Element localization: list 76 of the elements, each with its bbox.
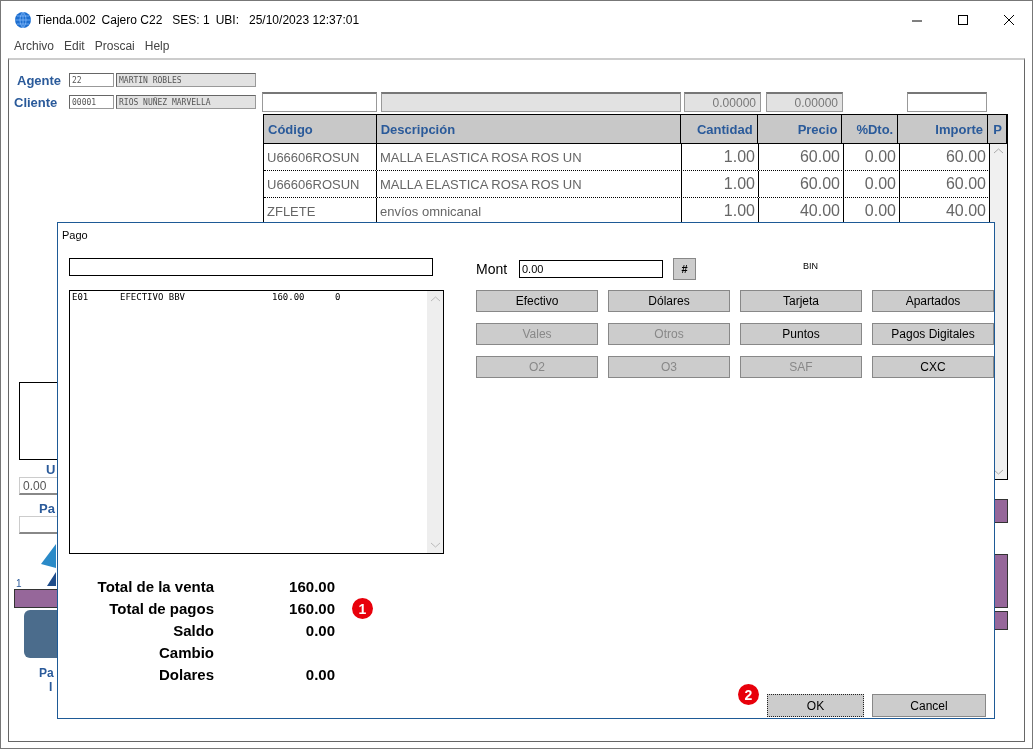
maximize-icon[interactable] bbox=[957, 14, 969, 26]
total-label: Dolares bbox=[157, 665, 214, 685]
payment-method-button[interactable]: Dólares bbox=[608, 290, 730, 312]
logo-icon bbox=[41, 542, 56, 586]
input-field[interactable] bbox=[69, 258, 433, 276]
table-cell: 60.00 bbox=[759, 144, 844, 170]
menu-item[interactable]: Help bbox=[144, 39, 170, 57]
annotation-badge: 1 bbox=[352, 598, 373, 619]
table-cell: 1.00 bbox=[682, 171, 759, 197]
total-value: 0.00 bbox=[304, 621, 335, 641]
column-header[interactable]: Precio bbox=[757, 115, 843, 143]
table-cell: MALLA ELASTICA ROSA ROS UN bbox=[377, 144, 682, 170]
agent-label: Agente bbox=[16, 72, 63, 88]
panel-label: U bbox=[46, 462, 56, 477]
close-icon[interactable] bbox=[1003, 14, 1015, 26]
scroll-down-icon[interactable] bbox=[994, 469, 1003, 475]
column-header[interactable]: P bbox=[988, 115, 1007, 143]
payment-amount: 160.00 bbox=[272, 292, 306, 302]
menu-item[interactable]: Edit bbox=[64, 39, 85, 57]
input-field[interactable] bbox=[907, 92, 987, 112]
agent-code-field[interactable]: 22 bbox=[69, 73, 114, 87]
payment-method-button[interactable]: Pagos Digitales bbox=[872, 323, 994, 345]
table-cell: U66606ROSUN bbox=[264, 171, 377, 197]
payment-method-button[interactable]: CXC bbox=[872, 356, 994, 378]
payment-method-button[interactable]: Apartados bbox=[872, 290, 994, 312]
total-value: 0.00 bbox=[304, 665, 335, 685]
table-cell: 0.00 bbox=[844, 171, 900, 197]
location-label: UBI: bbox=[215, 13, 239, 27]
amount-field[interactable]: 0.00 bbox=[519, 260, 663, 278]
dialog-title: Pago bbox=[62, 229, 88, 241]
amount-label: Mont bbox=[476, 261, 509, 277]
counter-label: 1 bbox=[16, 578, 22, 589]
column-header[interactable]: Código bbox=[264, 115, 377, 143]
panel-label: I bbox=[49, 680, 53, 694]
client-label: Cliente bbox=[13, 94, 59, 110]
cancel-button[interactable]: Cancel bbox=[872, 694, 986, 717]
panel-label: Pa bbox=[39, 501, 55, 516]
agent-name-field: MARTIN ROBLES bbox=[116, 73, 256, 87]
total-label: Saldo bbox=[172, 621, 214, 641]
table-cell: MALLA ELASTICA ROSA ROS UN bbox=[377, 171, 682, 197]
globe-icon bbox=[15, 12, 31, 28]
table-cell: 1.00 bbox=[682, 144, 759, 170]
table-cell: U66606ROSUN bbox=[264, 144, 377, 170]
total-label: Total de la venta bbox=[96, 577, 214, 597]
annotation-badge: 2 bbox=[738, 684, 759, 705]
menu-item[interactable]: Proscai bbox=[94, 39, 135, 57]
total-label: Cambio bbox=[158, 643, 214, 663]
total-value: 160.00 bbox=[288, 577, 335, 597]
input-field[interactable] bbox=[262, 92, 377, 112]
datetime-label: 25/10/2023 12:37:01 bbox=[249, 13, 360, 27]
cashier-label: Cajero C22 bbox=[101, 13, 163, 27]
number-field: 0.00000 bbox=[684, 92, 761, 112]
panel-label: Pa bbox=[39, 666, 54, 680]
payment-method-button[interactable]: Puntos bbox=[740, 323, 862, 345]
window-title: Tienda.002 bbox=[36, 13, 96, 27]
total-value: 160.00 bbox=[288, 599, 335, 619]
client-code-field[interactable]: 00001 bbox=[69, 95, 114, 109]
number-field: 0.00000 bbox=[766, 92, 843, 112]
payment-code: E01 bbox=[72, 292, 90, 302]
column-header[interactable]: Importe bbox=[898, 115, 988, 143]
session-label: SES: 1 bbox=[172, 13, 210, 27]
hash-button[interactable]: # bbox=[673, 258, 696, 280]
payment-method-button[interactable]: Tarjeta bbox=[740, 290, 862, 312]
table-cell: 0.00 bbox=[844, 144, 900, 170]
column-header[interactable]: Cantidad bbox=[680, 115, 758, 143]
client-name-field: RIOS NUÑEZ MARVELLA bbox=[116, 95, 256, 109]
column-header[interactable]: Descripción bbox=[376, 115, 681, 143]
bin-label: BIN bbox=[803, 261, 818, 271]
total-label: Total de pagos bbox=[108, 599, 214, 619]
payment-method-button[interactable]: Efectivo bbox=[476, 290, 598, 312]
payment-name: EFECTIVO BBV bbox=[120, 292, 187, 302]
column-header[interactable]: %Dto. bbox=[842, 115, 899, 143]
ok-button[interactable]: OK bbox=[767, 694, 864, 717]
menu-item[interactable]: Archivo bbox=[14, 39, 54, 57]
table-cell: 60.00 bbox=[759, 171, 844, 197]
payment-ref: 0 bbox=[335, 292, 341, 302]
